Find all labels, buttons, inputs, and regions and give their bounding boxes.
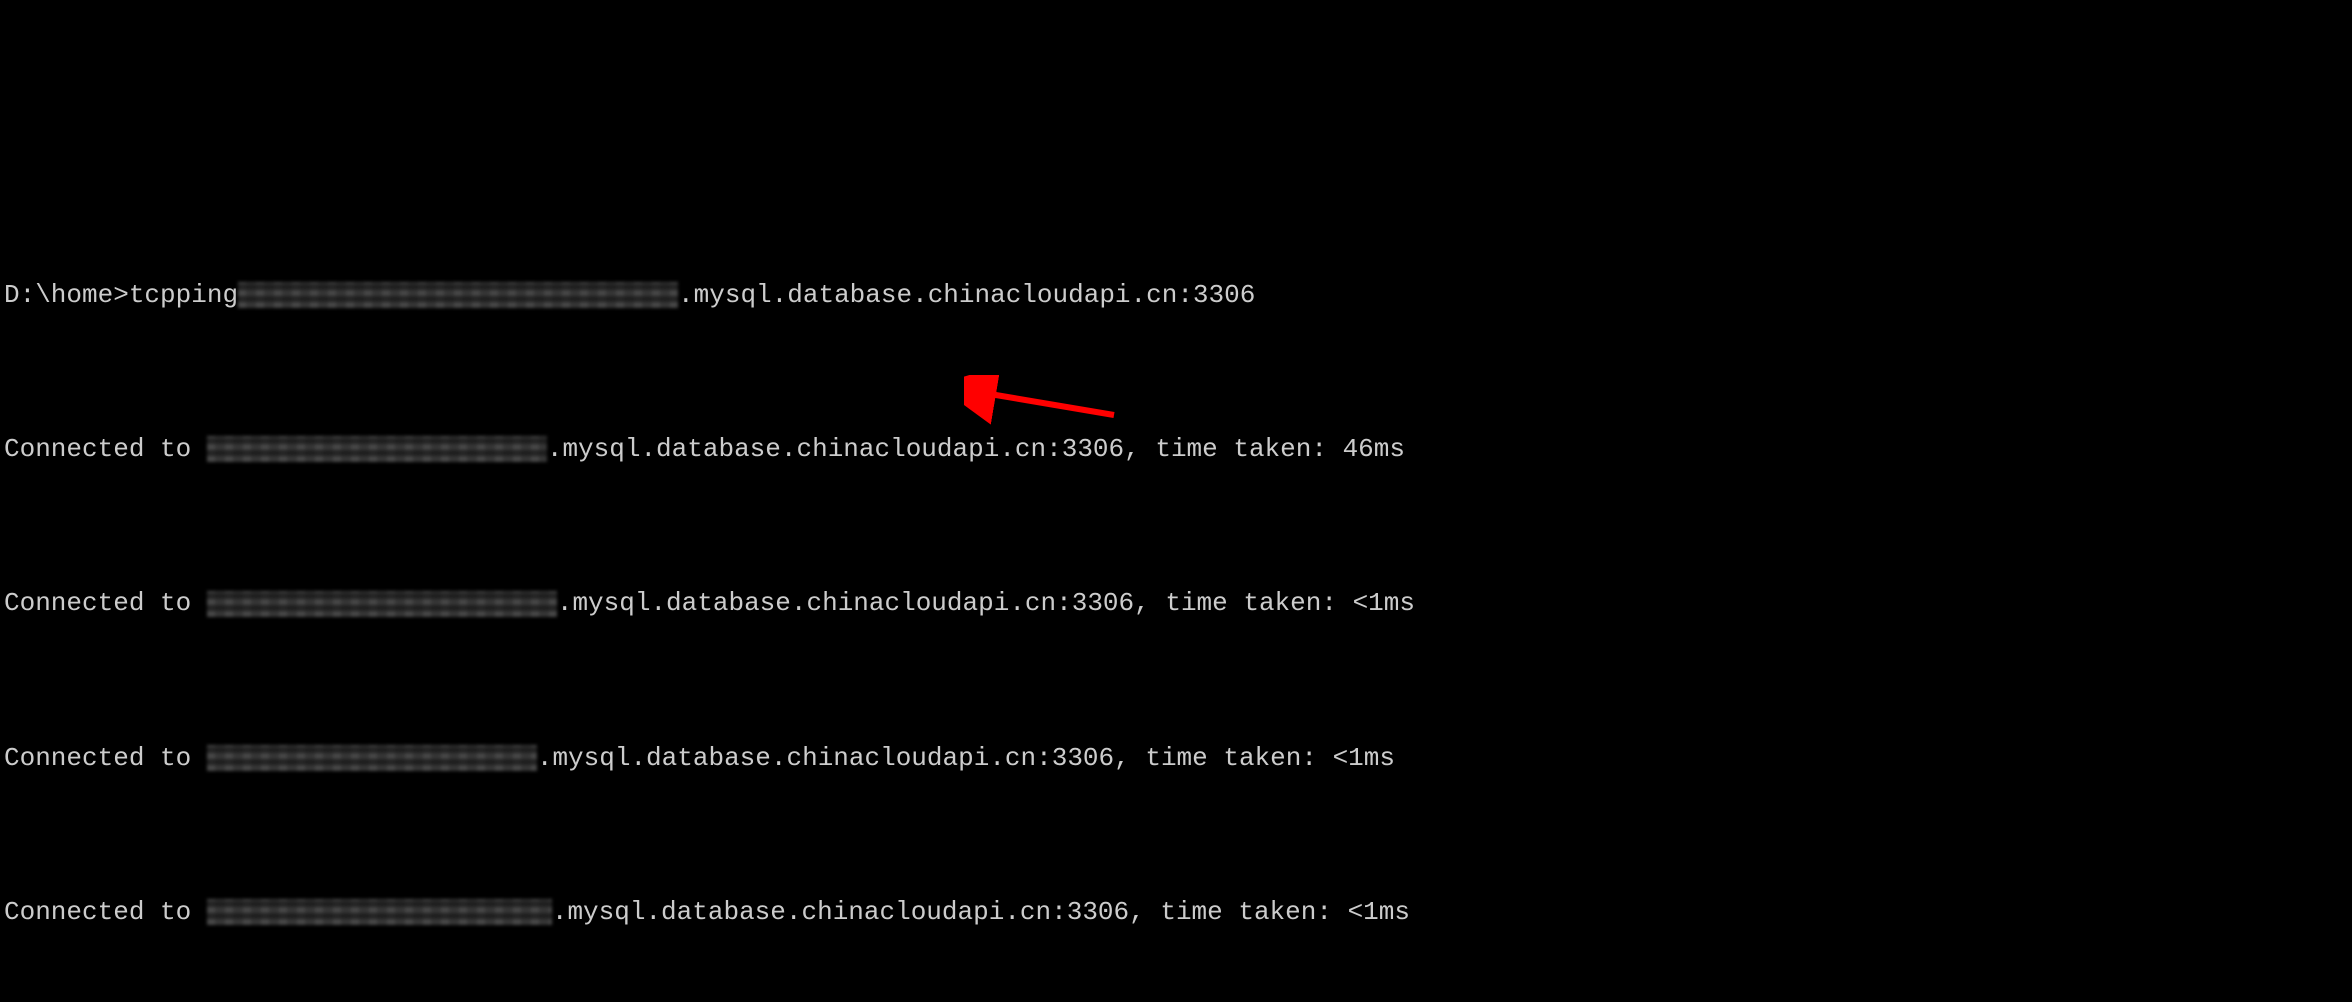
command: tcpping [129,276,238,314]
annotation-arrow-icon [964,375,1124,435]
connected-prefix: Connected to [4,430,207,468]
output-line: Connected to .mysql.database.chinaclouda… [4,584,2348,623]
connected-prefix: Connected to [4,584,207,622]
connected-suffix: .mysql.database.chinacloudapi.cn:3306, t… [552,893,1410,931]
censored-hostname-icon [207,745,537,771]
connected-suffix: .mysql.database.chinacloudapi.cn:3306, t… [547,430,1405,468]
command-line: D:\home>tcpping .mysql.database.chinaclo… [4,275,2348,314]
connected-suffix: .mysql.database.chinacloudapi.cn:3306, t… [557,584,1415,622]
connected-prefix: Connected to [4,739,207,777]
censored-hostname-icon [238,282,678,308]
output-line: Connected to .mysql.database.chinaclouda… [4,739,2348,778]
output-line: Connected to .mysql.database.chinaclouda… [4,893,2348,932]
connected-prefix: Connected to [4,893,207,931]
connected-suffix: .mysql.database.chinacloudapi.cn:3306, t… [537,739,1395,777]
output-line: Connected to .mysql.database.chinaclouda… [4,430,2348,469]
command-target: .mysql.database.chinacloudapi.cn:3306 [678,276,1255,314]
censored-hostname-icon [207,591,557,617]
censored-hostname-icon [207,899,552,925]
terminal-output[interactable]: D:\home>tcpping .mysql.database.chinaclo… [4,160,2348,1002]
prompt: D:\home> [4,276,129,314]
censored-hostname-icon [207,436,547,462]
